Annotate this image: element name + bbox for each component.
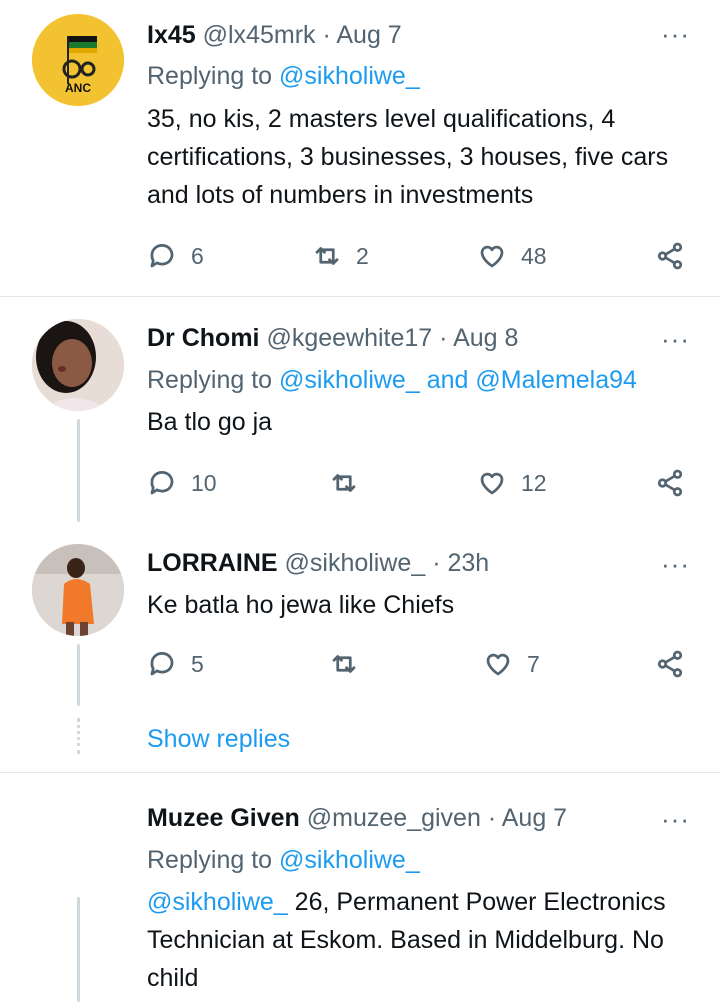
share-icon	[657, 469, 683, 497]
mention-link[interactable]: @sikholiwe_	[279, 366, 420, 394]
retweet-button[interactable]	[329, 648, 359, 680]
share-button[interactable]	[655, 648, 685, 680]
tweet-ix45[interactable]: ANC Ix45 @lx45mrk · Aug 7 ··· Replying t…	[0, 0, 720, 296]
tweet-text: Ke batla ho jewa like Chiefs	[147, 591, 455, 619]
tweet-header: Ix45 @lx45mrk · Aug 7	[147, 20, 402, 50]
mention-link[interactable]: @sikholiwe_	[279, 846, 420, 874]
share-button[interactable]	[655, 467, 685, 499]
mention-link[interactable]: @sikholiwe_	[279, 62, 420, 90]
action-bar: 5 7	[147, 648, 692, 680]
replying-prefix: Replying to	[147, 366, 273, 394]
reply-icon	[150, 244, 174, 268]
avatar[interactable]	[32, 795, 124, 887]
display-name[interactable]: Muzee Given	[147, 804, 300, 832]
replying-prefix: Replying to	[147, 62, 273, 90]
like-count: 12	[521, 469, 547, 496]
timestamp[interactable]: Aug 7	[336, 21, 401, 49]
reply-count: 5	[191, 650, 204, 677]
separator-dot: ·	[487, 804, 497, 832]
user-handle[interactable]: @sikholiwe_	[285, 549, 426, 577]
share-icon	[657, 242, 683, 270]
tweet-header: LORRAINE @sikholiwe_ · 23h	[147, 548, 489, 578]
tweet-text: Ba tlo go ja	[147, 408, 273, 436]
profile-photo-icon	[32, 319, 124, 411]
reply-count: 6	[191, 242, 204, 269]
avatar[interactable]: ANC	[32, 14, 124, 106]
tweet-header: Muzee Given @muzee_given · Aug 7	[147, 803, 567, 833]
user-handle[interactable]: @kgeewhite17	[266, 324, 432, 352]
like-icon	[480, 472, 504, 495]
timestamp[interactable]: Aug 7	[502, 804, 567, 832]
like-button[interactable]: 12	[477, 467, 547, 499]
separator-dot: ·	[439, 324, 448, 352]
separator-dot: ·	[322, 21, 331, 49]
display-name[interactable]: LORRAINE	[147, 549, 278, 577]
thread-line	[77, 897, 80, 1002]
reply-icon	[150, 652, 174, 676]
like-count: 7	[527, 650, 540, 677]
user-handle[interactable]: @muzee_given	[307, 804, 481, 832]
thread-dotted-line	[77, 718, 80, 754]
tweet-dr-chomi[interactable]: Dr Chomi @kgeewhite17 · Aug 8 ··· Replyi…	[0, 297, 720, 522]
thread-line	[77, 644, 80, 706]
timestamp[interactable]: Aug 8	[453, 324, 518, 352]
replying-and[interactable]: and	[427, 366, 469, 394]
display-name[interactable]: Ix45	[147, 21, 196, 49]
profile-photo-icon	[32, 544, 124, 636]
retweet-icon	[332, 474, 356, 492]
separator-dot: ·	[432, 549, 441, 577]
avatar[interactable]	[32, 319, 124, 411]
like-button[interactable]: 48	[477, 240, 547, 272]
mention-link-2[interactable]: @Malemela94	[475, 366, 637, 394]
user-handle[interactable]: @lx45mrk	[203, 21, 316, 49]
replying-to: Replying to @sikholiwe_	[147, 845, 420, 875]
action-bar: 6 2 48	[147, 240, 692, 272]
replying-to: Replying to @sikholiwe_ and @Malemela94	[147, 365, 637, 395]
retweet-count: 2	[356, 242, 369, 269]
reply-button[interactable]: 6	[147, 240, 204, 272]
replying-prefix: Replying to	[147, 846, 273, 874]
more-icon[interactable]: ···	[661, 806, 690, 832]
timestamp[interactable]: 23h	[447, 549, 489, 577]
like-icon	[480, 245, 504, 268]
like-count: 48	[521, 242, 547, 269]
mention-link[interactable]: @sikholiwe_	[147, 888, 288, 916]
replying-to: Replying to @sikholiwe_	[147, 61, 420, 91]
reply-button[interactable]: 5	[147, 648, 204, 680]
action-bar: 10 12	[147, 467, 692, 499]
retweet-icon	[332, 655, 356, 673]
tweet-muzee-given[interactable]: Muzee Given @muzee_given · Aug 7 ··· Rep…	[0, 773, 720, 1002]
show-replies-link[interactable]: Show replies	[147, 724, 290, 754]
like-button[interactable]: 7	[483, 648, 540, 680]
tweet-text: 35, no kis, 2 masters level qualificatio…	[147, 105, 669, 209]
tweet-text: @sikholiwe_ 26, Permanent Power Electron…	[147, 883, 687, 997]
display-name[interactable]: Dr Chomi	[147, 324, 260, 352]
more-icon[interactable]: ···	[661, 551, 690, 577]
reply-button[interactable]: 10	[147, 467, 217, 499]
share-icon	[657, 650, 683, 678]
anc-logo-icon: ANC	[32, 14, 124, 106]
tweet-lorraine[interactable]: LORRAINE @sikholiwe_ · 23h ··· Ke batla …	[0, 522, 720, 772]
reply-icon	[150, 471, 174, 495]
svg-text:ANC: ANC	[65, 81, 91, 95]
more-icon[interactable]: ···	[661, 21, 690, 47]
reply-count: 10	[191, 469, 217, 496]
share-button[interactable]	[655, 240, 685, 272]
retweet-button[interactable]	[329, 467, 359, 499]
like-icon	[486, 653, 510, 676]
more-icon[interactable]: ···	[661, 326, 690, 352]
tweet-header: Dr Chomi @kgeewhite17 · Aug 8	[147, 323, 518, 353]
retweet-button[interactable]: 2	[312, 240, 369, 272]
retweet-icon	[315, 247, 339, 265]
avatar[interactable]	[32, 544, 124, 636]
thread-line	[77, 419, 80, 522]
